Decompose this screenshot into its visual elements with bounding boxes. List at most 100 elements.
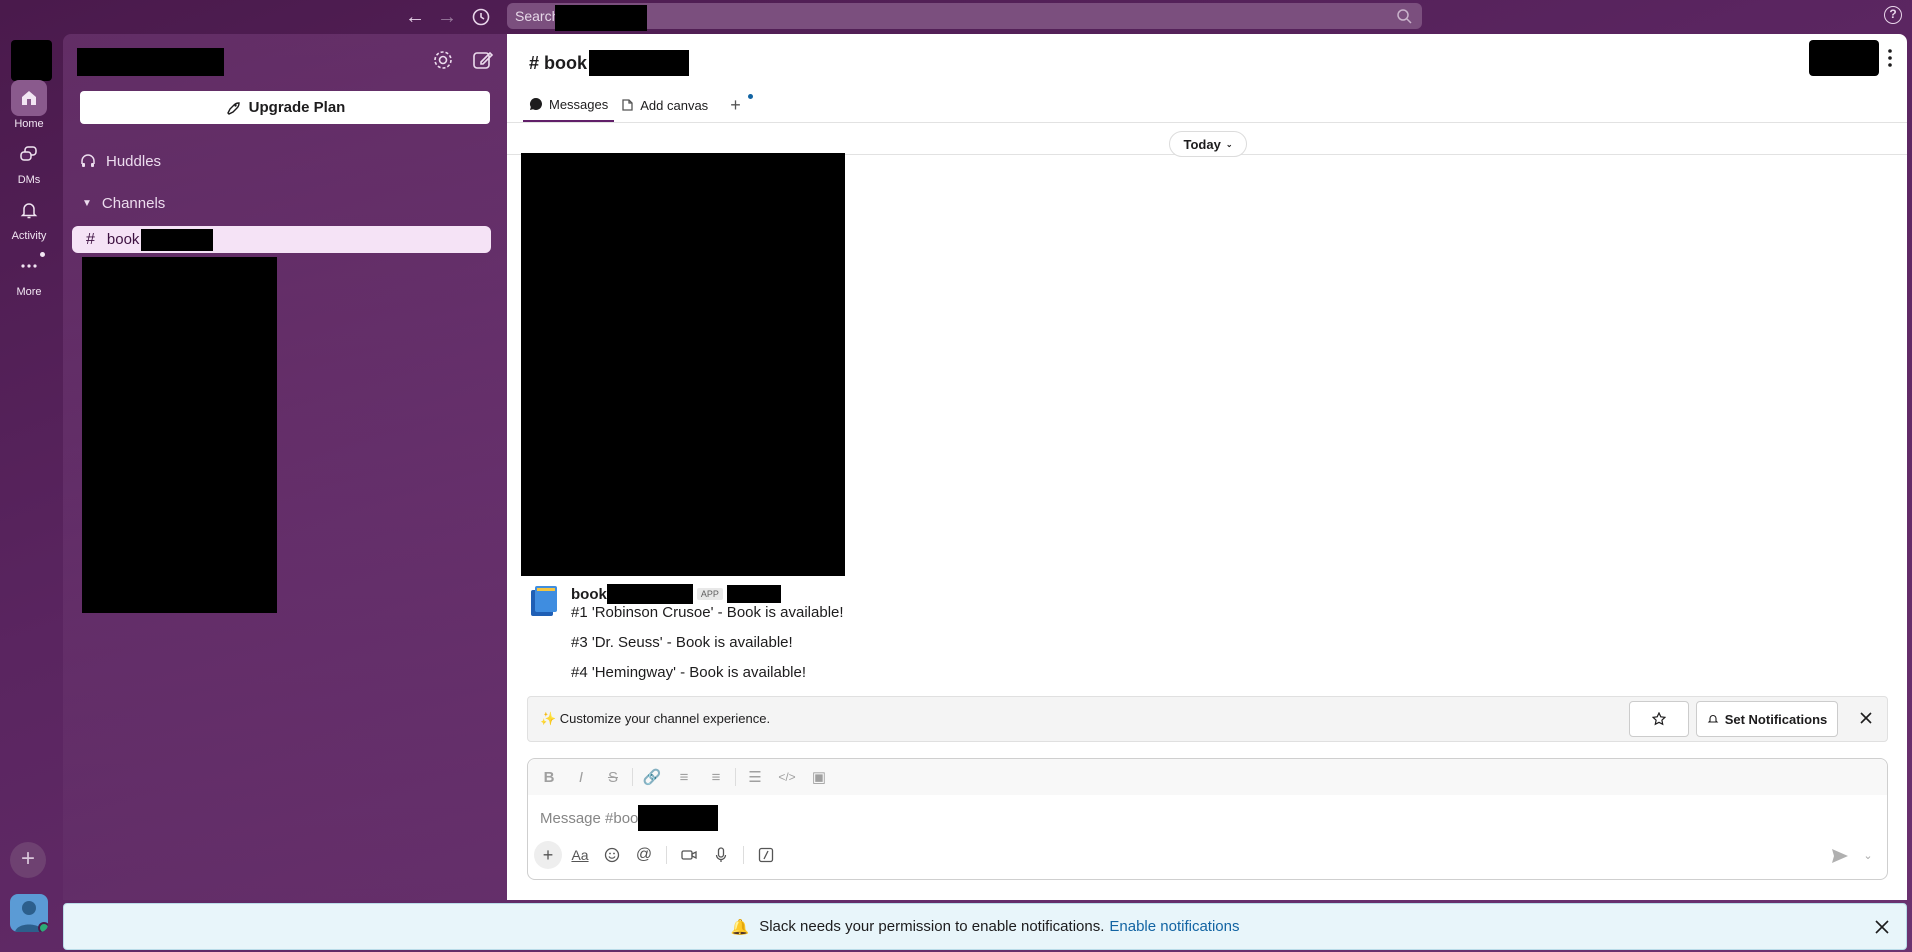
redacted-member-avatars[interactable] bbox=[1809, 40, 1879, 76]
back-arrow-icon[interactable]: ← bbox=[402, 4, 428, 30]
rail-label-home: Home bbox=[14, 118, 44, 130]
emoji-icon[interactable] bbox=[598, 841, 626, 869]
set-notifications-button[interactable]: Set Notifications bbox=[1696, 701, 1838, 737]
rail-label-activity: Activity bbox=[11, 230, 47, 242]
workspace-rail: Home DMs Activity More + bbox=[0, 34, 63, 952]
bell-icon bbox=[1707, 715, 1719, 723]
ellipsis-icon bbox=[11, 248, 47, 284]
today-label: Today bbox=[1183, 136, 1221, 152]
composer-tools: + Aa @ bbox=[534, 841, 780, 869]
redacted-channel-suffix bbox=[141, 228, 214, 251]
channels-section-toggle[interactable]: ▼ Channels bbox=[80, 190, 165, 216]
tab-messages-label: Messages bbox=[549, 96, 609, 112]
caret-down-icon: ▼ bbox=[82, 197, 92, 209]
sidebar-item-channel-active[interactable]: # book bbox=[72, 226, 491, 253]
rail-item-home[interactable]: Home bbox=[0, 80, 58, 130]
presence-indicator bbox=[38, 922, 48, 932]
message-input[interactable]: Message #boo bbox=[540, 805, 719, 831]
more-indicator-dot bbox=[40, 252, 45, 257]
message-composer: B I S 🔗 ≡ ≡ ☰ </> ▣ Message #boo + Aa @ bbox=[527, 758, 1888, 880]
home-icon bbox=[11, 80, 47, 116]
huddles-label: Huddles bbox=[106, 152, 162, 170]
rail-item-activity[interactable]: Activity bbox=[0, 192, 58, 242]
rail-label-more: More bbox=[16, 286, 42, 298]
channel-title-text: # book bbox=[529, 52, 588, 73]
compose-new-message-icon[interactable] bbox=[471, 48, 495, 72]
tabs-divider bbox=[507, 122, 1907, 123]
close-icon[interactable] bbox=[1872, 917, 1892, 937]
send-icon[interactable] bbox=[1829, 845, 1851, 867]
link-icon[interactable]: 🔗 bbox=[639, 764, 665, 790]
new-indicator-dot bbox=[747, 94, 753, 99]
rail-item-more[interactable]: More bbox=[0, 248, 58, 298]
chat-bubbles-icon bbox=[11, 136, 47, 172]
message-line: #4 'Hemingway' - Book is available! bbox=[571, 664, 807, 681]
date-jump-today-button[interactable]: Today ⌄ bbox=[1169, 131, 1247, 157]
redacted-placeholder-suffix bbox=[638, 805, 719, 831]
add-tab-plus-icon[interactable]: + bbox=[724, 88, 753, 122]
upgrade-plan-button[interactable]: Upgrade Plan bbox=[80, 91, 490, 124]
channel-main-panel: # book Messages Add canvas + Today ⌄ boo… bbox=[507, 34, 1907, 900]
sender-name[interactable]: book bbox=[571, 586, 607, 603]
star-channel-button[interactable] bbox=[1629, 701, 1689, 737]
redacted-workspace-name bbox=[555, 5, 647, 31]
rail-label-dms: DMs bbox=[17, 174, 41, 186]
video-camera-icon[interactable] bbox=[675, 841, 703, 869]
user-avatar[interactable] bbox=[10, 894, 48, 932]
code-block-icon[interactable]: ▣ bbox=[806, 764, 832, 790]
forward-arrow-icon[interactable]: → bbox=[434, 4, 460, 30]
sidebar-item-huddles[interactable]: Huddles bbox=[80, 148, 161, 174]
search-icon bbox=[1397, 9, 1412, 24]
upgrade-plan-label: Upgrade Plan bbox=[248, 99, 346, 116]
close-icon[interactable] bbox=[1855, 707, 1877, 729]
chevron-down-icon: ⌄ bbox=[1225, 139, 1233, 149]
mention-at-icon[interactable]: @ bbox=[630, 841, 658, 869]
channel-title[interactable]: # book bbox=[529, 50, 690, 76]
send-options-chevron-icon[interactable]: ⌄ bbox=[1859, 845, 1877, 867]
italic-icon[interactable]: I bbox=[568, 764, 594, 790]
settings-gear-icon[interactable] bbox=[431, 48, 455, 72]
redacted-sender-suffix bbox=[606, 584, 693, 604]
enable-notifications-link[interactable]: Enable notifications bbox=[1109, 918, 1239, 935]
bold-icon[interactable]: B bbox=[536, 764, 562, 790]
redacted-message-image[interactable] bbox=[521, 153, 845, 576]
tab-add-canvas-label: Add canvas bbox=[640, 97, 709, 113]
headphones-icon bbox=[81, 154, 95, 167]
redacted-channel-title bbox=[589, 50, 690, 76]
tab-add-canvas[interactable]: Add canvas bbox=[614, 88, 714, 122]
workspace-logo[interactable] bbox=[11, 40, 52, 81]
microphone-icon[interactable] bbox=[707, 841, 735, 869]
code-icon[interactable]: </> bbox=[774, 764, 800, 790]
bulleted-list-icon[interactable]: ≡ bbox=[703, 764, 729, 790]
channel-sidebar: Upgrade Plan Huddles ▼ Channels # book bbox=[63, 34, 507, 900]
slash-command-icon[interactable] bbox=[752, 841, 780, 869]
history-clock-icon[interactable] bbox=[468, 4, 494, 30]
kebab-menu-icon[interactable] bbox=[1887, 48, 1893, 68]
redacted-sidebar-list bbox=[82, 257, 277, 613]
help-question-icon[interactable]: ? bbox=[1884, 6, 1902, 24]
redacted-workspace-title[interactable] bbox=[77, 48, 224, 76]
message-bubble-icon bbox=[529, 98, 542, 110]
strikethrough-icon[interactable]: S bbox=[600, 764, 626, 790]
blockquote-icon[interactable]: ☰ bbox=[742, 764, 768, 790]
tools-divider bbox=[743, 846, 744, 864]
tab-messages[interactable]: Messages bbox=[523, 88, 615, 122]
channels-label: Channels bbox=[101, 194, 166, 212]
text-format-icon[interactable]: Aa bbox=[566, 841, 594, 869]
set-notifications-label: Set Notifications bbox=[1724, 711, 1828, 727]
book-bot-avatar-icon[interactable] bbox=[527, 584, 561, 618]
search-input[interactable]: Search bbox=[507, 3, 1422, 31]
add-workspace-button[interactable]: + bbox=[10, 842, 46, 878]
toolbar-divider bbox=[632, 768, 633, 786]
channel-tabs: Messages Add canvas + bbox=[523, 88, 753, 122]
ordered-list-icon[interactable]: ≡ bbox=[671, 764, 697, 790]
notification-permission-bar: 🔔 Slack needs your permission to enable … bbox=[63, 903, 1907, 950]
attach-plus-icon[interactable]: + bbox=[534, 841, 562, 869]
search-placeholder: Search bbox=[515, 8, 560, 24]
message-input-placeholder: Message #boo bbox=[540, 809, 639, 827]
star-icon bbox=[1652, 712, 1666, 726]
hash-icon: # bbox=[86, 230, 95, 248]
rail-item-dms[interactable]: DMs bbox=[0, 136, 58, 186]
tools-divider bbox=[666, 846, 667, 864]
message-line: #3 'Dr. Seuss' - Book is available! bbox=[571, 634, 793, 651]
